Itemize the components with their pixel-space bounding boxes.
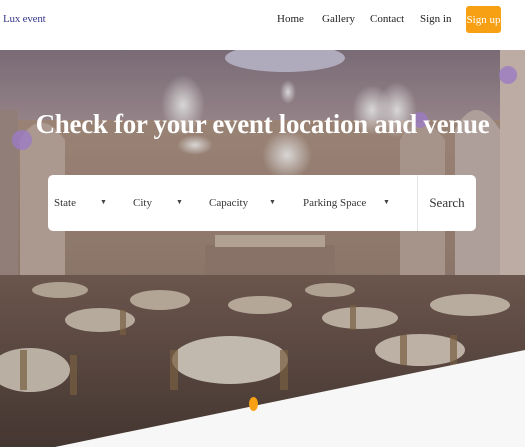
nav-link-contact[interactable]: Contact	[370, 13, 404, 25]
nav-link-home[interactable]: Home	[277, 13, 304, 25]
carousel-indicator-dot[interactable]	[249, 397, 258, 411]
nav-link-sign-in[interactable]: Sign in	[420, 13, 451, 25]
top-navbar: Lux event Home Gallery Contact Sign in S…	[0, 0, 525, 50]
brand-logo[interactable]: Lux event	[3, 13, 46, 25]
sign-up-label: Sign up	[466, 13, 501, 26]
nav-link-gallery[interactable]: Gallery	[322, 13, 355, 25]
angled-white-divider	[55, 350, 525, 447]
sign-up-button[interactable]: Sign up	[466, 6, 501, 33]
hero-section: Check for your event location and venue …	[0, 50, 525, 447]
